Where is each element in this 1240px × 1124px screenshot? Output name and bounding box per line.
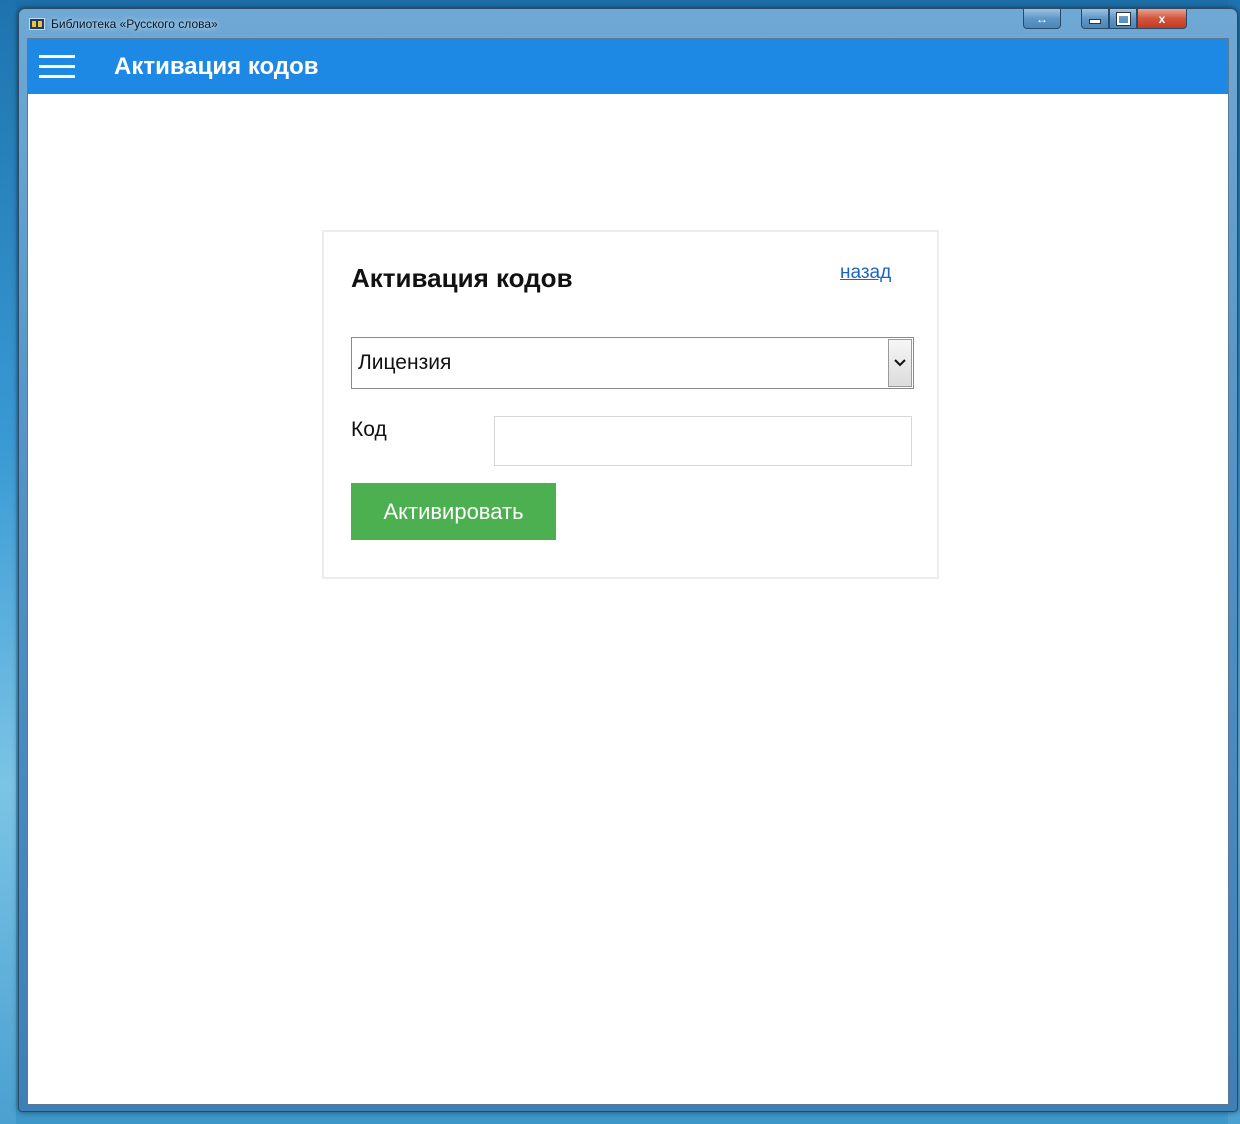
app-client-area: Активация кодов Активация кодов назад Ли… — [27, 38, 1229, 1105]
maximize-button[interactable] — [1109, 9, 1137, 29]
minimize-icon — [1089, 19, 1101, 24]
card-title: Активация кодов — [351, 263, 573, 293]
code-input[interactable] — [494, 416, 912, 466]
resize-button[interactable]: ↔ — [1023, 9, 1061, 29]
hamburger-menu-icon[interactable] — [39, 55, 75, 79]
maximize-icon — [1115, 11, 1131, 26]
desktop-background-left — [0, 0, 16, 1124]
window-title: Библиотека «Русского слова» — [51, 17, 218, 31]
minimize-button[interactable] — [1081, 9, 1109, 29]
app-header: Активация кодов — [28, 39, 1228, 94]
activation-card: Активация кодов назад Лицензия Код Актив… — [322, 230, 939, 579]
book-icon — [29, 18, 45, 30]
page-title: Активация кодов — [114, 53, 319, 80]
app-window: Библиотека «Русского слова» ↔ x Активаци… — [18, 8, 1238, 1112]
window-titlebar[interactable]: Библиотека «Русского слова» ↔ x — [19, 9, 1237, 37]
code-label: Код — [351, 418, 387, 441]
back-link[interactable]: назад — [840, 262, 891, 284]
chevron-down-icon[interactable] — [888, 339, 912, 387]
type-select[interactable]: Лицензия — [351, 337, 914, 389]
close-button[interactable]: x — [1137, 9, 1187, 29]
select-value: Лицензия — [358, 351, 452, 374]
close-icon: x — [1158, 11, 1166, 26]
arrows-horizontal-icon: ↔ — [1036, 11, 1048, 26]
activate-button[interactable]: Активировать — [351, 483, 556, 540]
